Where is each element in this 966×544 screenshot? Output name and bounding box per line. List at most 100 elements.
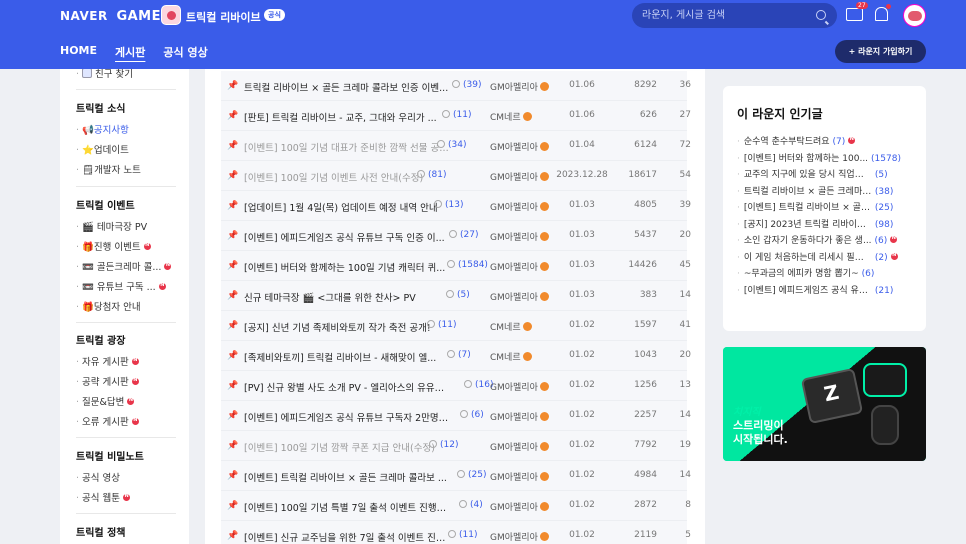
post-title[interactable]: [족제비와토끼] 트릭컬 리바이브 - 새해맞이 엘... (244, 350, 436, 364)
sidebar-item-official-video[interactable]: · 공식 영상 (76, 470, 120, 484)
table-row[interactable]: 📌 [이벤트] 100일 기념 깜짝 쿠폰 지급 안내(수정) (12) GM아멜리아… (221, 431, 691, 461)
table-row[interactable]: 📌 [공지] 신년 기념 족제비와토끼 작가 축전 공개! (11) CM네르 01.0… (221, 311, 691, 341)
sidebar-item-update[interactable]: · ⭐업데이트 (76, 142, 129, 156)
popular-item[interactable]: · [이벤트] 에피드게임즈 공식 유튜... (21) (737, 283, 922, 296)
comment-count[interactable]: (34) (437, 140, 466, 150)
post-title[interactable]: [이벤트] 신규 교주님을 위한 7일 출석 이벤트 진행... (244, 530, 449, 544)
post-title[interactable]: [이벤트] 트릭컬 리바이브 × 골든 크레마 콜라보 ... (244, 470, 447, 484)
post-author[interactable]: GM아멜리아 (490, 80, 549, 93)
sidebar-item-dev-note[interactable]: · 🗒개발자 노트 (76, 162, 141, 176)
post-author[interactable]: CM네르 (490, 350, 532, 363)
popular-item[interactable]: · 교주의 지구에 있을 당시 직업에 대... (5) (737, 167, 922, 180)
comment-count[interactable]: (11) (448, 530, 477, 540)
search-input[interactable] (642, 8, 812, 23)
post-title[interactable]: [판토] 트릭컬 리바이브 - 교주, 그대와 우리가 ... (244, 110, 437, 124)
nav-official-video[interactable]: 공식 영상 (163, 44, 207, 60)
post-author[interactable]: GM아멜리아 (490, 380, 549, 393)
table-row[interactable]: 📌 [이벤트] 100일 기념 이벤트 사전 안내(수정) (81) GM아멜리아 20… (221, 161, 691, 191)
table-row[interactable]: 📌 신규 테마극장 🎬 <그대를 위한 찬사> PV (5) GM아멜리아 01.03 3… (221, 281, 691, 311)
popular-item[interactable]: · 순수역 춘수부탁드려요 (7) (737, 134, 922, 147)
lounge-name[interactable]: 트릭컬 리바이브 (186, 9, 261, 25)
post-title[interactable]: [업데이트] 1월 4일(목) 업데이트 예정 내역 안내 (244, 200, 438, 214)
comment-count[interactable]: (7) (447, 350, 471, 360)
comment-count[interactable]: (13) (434, 200, 463, 210)
post-title[interactable]: 신규 테마극장 🎬 <그대를 위한 찬사> PV (244, 290, 416, 304)
popular-item[interactable]: · [이벤트] 트릭컬 리바이브 × 골든 ... (25) (737, 200, 922, 213)
popular-item[interactable]: · [공지] 2023년 트릭컬 리바이브와 ... (98) (737, 217, 922, 230)
sidebar-item-qna[interactable]: · 질문&답변 (76, 394, 135, 408)
comment-count[interactable]: (11) (442, 110, 471, 120)
sidebar-item-golden-crema[interactable]: · 📼 골든크레마 콜... (76, 259, 172, 273)
post-title[interactable]: [공지] 신년 기념 족제비와토끼 작가 축전 공개! (244, 320, 431, 334)
comment-count[interactable]: (81) (417, 170, 446, 180)
comment-count[interactable]: (12) (429, 440, 458, 450)
nav-board[interactable]: 게시판 (115, 44, 145, 60)
post-title[interactable]: [이벤트] 100일 기념 특별 7일 출석 이벤트 진행 예... (244, 500, 449, 514)
table-row[interactable]: 📌 [판토] 트릭컬 리바이브 - 교주, 그대와 우리가 ... (11) CM네르… (221, 101, 691, 131)
post-author[interactable]: CM네르 (490, 110, 532, 123)
message-icon[interactable]: 27 (846, 2, 868, 21)
table-row[interactable]: 📌 [이벤트] 100일 기념 특별 7일 출석 이벤트 진행 예... (4) GM… (221, 491, 691, 521)
post-author[interactable]: GM아멜리아 (490, 500, 549, 513)
nav-home[interactable]: HOME (60, 44, 97, 60)
comment-count[interactable]: (5) (446, 290, 470, 300)
table-row[interactable]: 📌 [이벤트] 100일 기념 대표가 준비한 깜짝 선물 공개! (34) GM아멜… (221, 131, 691, 161)
post-title[interactable]: [이벤트] 에피드게임즈 공식 유튜브 구독 인증 이... (244, 230, 445, 244)
sidebar-item-notice[interactable]: · 📢공지사항 (76, 122, 129, 136)
post-author[interactable]: GM아멜리아 (490, 440, 549, 453)
table-row[interactable]: 📌 [이벤트] 에피드게임즈 공식 유튜브 구독 인증 이... (27) GM아멜리… (221, 221, 691, 251)
lounge-icon[interactable] (161, 5, 181, 25)
sidebar-item-guide-board[interactable]: · 공략 게시판 (76, 374, 139, 388)
popular-item[interactable]: · ~무과금의 에피카 명함 뽑기~ (6) (737, 266, 922, 279)
post-title[interactable]: [이벤트] 100일 기념 대표가 준비한 깜짝 선물 공개! (244, 140, 449, 154)
post-author[interactable]: GM아멜리아 (490, 200, 549, 213)
post-author[interactable]: GM아멜리아 (490, 290, 549, 303)
table-row[interactable]: 📌 [족제비와토끼] 트릭컬 리바이브 - 새해맞이 엘... (7) CM네르 01.… (221, 341, 691, 371)
post-author[interactable]: GM아멜리아 (490, 530, 549, 543)
comment-count[interactable]: (11) (427, 320, 456, 330)
post-title[interactable]: 트릭컬 리바이브 × 골든 크레마 콜라보 인증 이벤... (244, 80, 448, 94)
sidebar-item-winners[interactable]: · 🎁당첨자 안내 (76, 299, 141, 313)
table-row[interactable]: 📌 [PV] 신규 왕별 사도 소개 PV - 엘리아스의 유유시... (16) G… (221, 371, 691, 401)
post-author[interactable]: GM아멜리아 (490, 230, 549, 243)
chzzk-banner[interactable]: 치지직 스트리밍이시작됩니다. (723, 347, 926, 461)
post-author[interactable]: GM아멜리아 (490, 470, 549, 483)
sidebar-item-bug-board[interactable]: · 오류 게시판 (76, 414, 139, 428)
sidebar-item-youtube-sub[interactable]: · 📼 유튜브 구독 ... (76, 279, 166, 293)
comment-count[interactable]: (6) (460, 410, 484, 420)
naver-game-logo[interactable]: NAVER GAME (60, 9, 161, 24)
popular-item[interactable]: · 이 게임 처음하는데 리세시 필요 ... (2) (737, 250, 922, 263)
avatar[interactable] (903, 4, 926, 27)
comment-count[interactable]: (25) (457, 470, 486, 480)
post-title[interactable]: [PV] 신규 왕별 사도 소개 PV - 엘리아스의 유유시... (244, 380, 449, 394)
sidebar-item-official-webtoon[interactable]: · 공식 웹툰 (76, 490, 131, 504)
search-icon[interactable] (816, 10, 826, 20)
comment-count[interactable]: (27) (449, 230, 478, 240)
popular-item[interactable]: · [이벤트] 버터와 함께하는 100... (1578) (737, 151, 922, 164)
comment-count[interactable]: (39) (452, 80, 481, 90)
table-row[interactable]: 📌 [이벤트] 버터와 함께하는 100일 기념 캐릭터 퀴... (1584) GM… (221, 251, 691, 281)
post-author[interactable]: GM아멜리아 (490, 140, 549, 153)
sidebar-item-events[interactable]: · 🎁진행 이벤트 (76, 239, 151, 253)
comment-count[interactable]: (1584) (447, 260, 488, 270)
table-row[interactable]: 📌 [이벤트] 에피드게임즈 공식 유튜브 구독자 2만명 ... (6) GM아멜리… (221, 401, 691, 431)
popular-item[interactable]: · 소인 갑자기 운동하다가 좋은 생... (6) (737, 233, 922, 246)
table-row[interactable]: 📌 [업데이트] 1월 4일(목) 업데이트 예정 내역 안내 (13) GM아멜리아… (221, 191, 691, 221)
post-author[interactable]: GM아멜리아 (490, 410, 549, 423)
sidebar-item-find-friend[interactable]: · 친구 찾기 (76, 69, 133, 80)
post-title[interactable]: [이벤트] 100일 기념 이벤트 사전 안내(수정) (244, 170, 423, 184)
sidebar-item-free-board[interactable]: · 자유 게시판 (76, 354, 139, 368)
join-lounge-button[interactable]: + 라운지 가입하기 (835, 40, 926, 63)
post-title[interactable]: [이벤트] 버터와 함께하는 100일 기념 캐릭터 퀴... (244, 260, 445, 274)
post-title[interactable]: [이벤트] 100일 기념 깜짝 쿠폰 지급 안내(수정) (244, 440, 435, 454)
bell-icon[interactable] (875, 4, 891, 21)
post-title[interactable]: [이벤트] 에피드게임즈 공식 유튜브 구독자 2만명 ... (244, 410, 449, 424)
post-author[interactable]: CM네르 (490, 320, 532, 333)
table-row[interactable]: 📌 [이벤트] 신규 교주님을 위한 7일 출석 이벤트 진행... (11) GM아… (221, 521, 691, 544)
post-author[interactable]: GM아멜리아 (490, 260, 549, 273)
comment-count[interactable]: (4) (459, 500, 483, 510)
popular-item[interactable]: · 트릭컬 리바이브 × 골든 크레마 콜... (38) (737, 184, 922, 197)
table-row[interactable]: 📌 트릭컬 리바이브 × 골든 크레마 콜라보 인증 이벤... (39) GM아멜리… (221, 71, 691, 101)
post-author[interactable]: GM아멜리아 (490, 170, 549, 183)
sidebar-item-theme-pv[interactable]: · 🎬 테마극장 PV (76, 219, 147, 233)
